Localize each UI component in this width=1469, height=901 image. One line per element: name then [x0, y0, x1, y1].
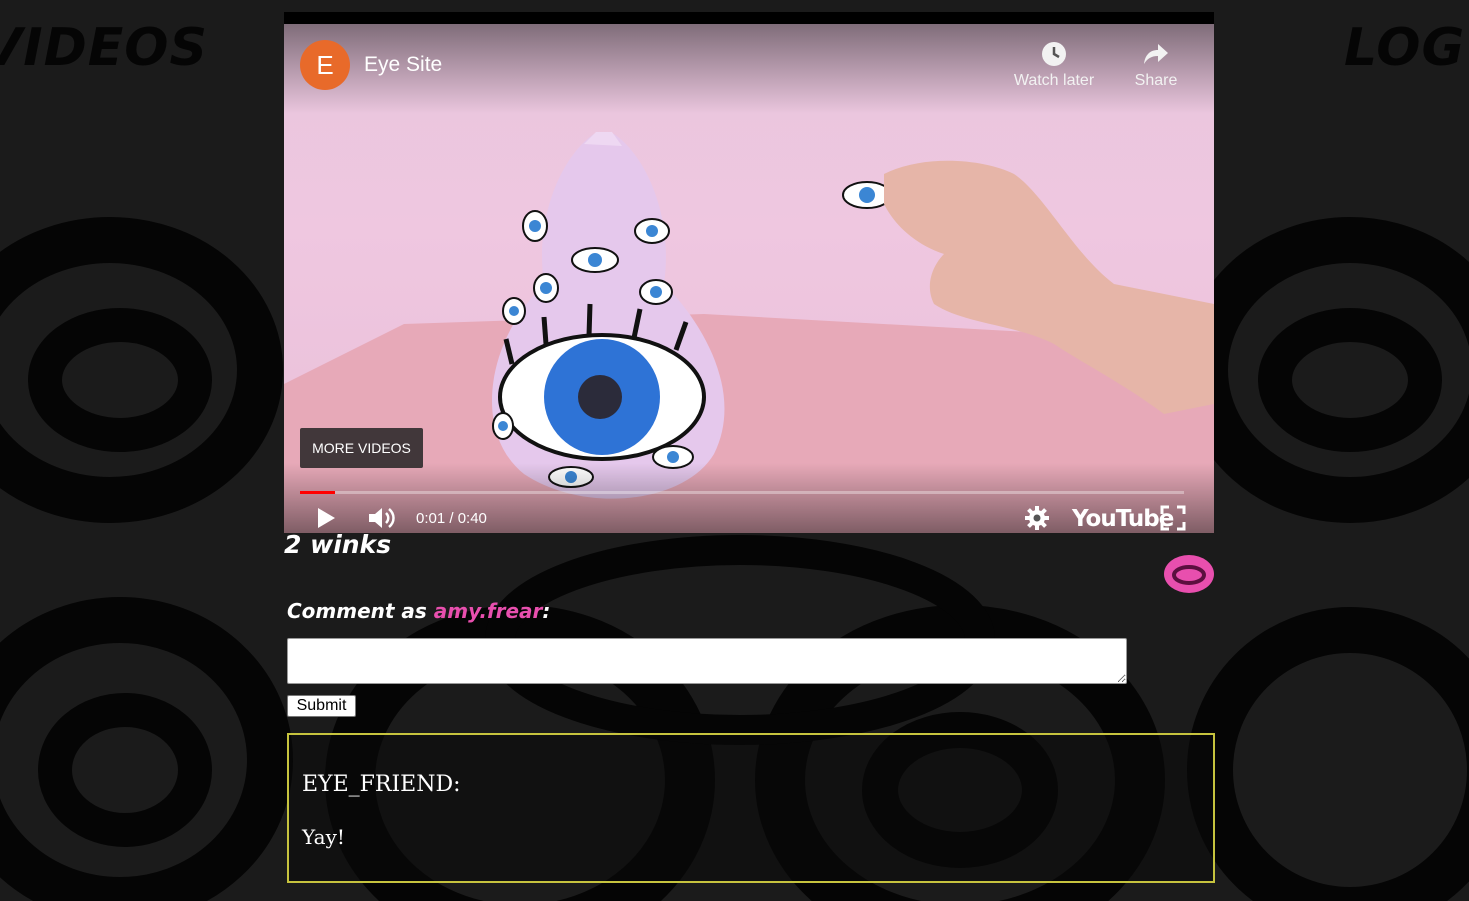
- video-progress-fill: [300, 491, 336, 494]
- play-icon: [318, 508, 335, 528]
- watch-later-label: Watch later: [1013, 72, 1095, 89]
- current-username[interactable]: amy.frear: [434, 599, 543, 623]
- video-frame[interactable]: E Eye Site Watch later Share MORE VIDEOS: [284, 24, 1214, 533]
- video-title[interactable]: Eye Site: [364, 53, 442, 77]
- video-progress-bar[interactable]: [300, 491, 1184, 494]
- submit-button[interactable]: Submit: [287, 695, 356, 717]
- share-button[interactable]: Share: [1130, 40, 1182, 90]
- comment-card: EYE_FRIEND: Yay!: [287, 733, 1215, 883]
- comment-as-prefix: Comment as: [287, 599, 434, 623]
- comment-author: EYE_FRIEND:: [302, 772, 461, 797]
- comment-as-label: Comment as amy.frear:: [287, 599, 550, 623]
- more-videos-button[interactable]: MORE VIDEOS: [300, 428, 423, 468]
- volume-icon: [369, 508, 395, 528]
- nav-login-link[interactable]: LOG: [1344, 18, 1465, 78]
- play-button[interactable]: [314, 504, 338, 533]
- fullscreen-button[interactable]: [1160, 504, 1186, 533]
- fullscreen-icon: [1160, 505, 1186, 531]
- settings-button[interactable]: [1024, 504, 1050, 533]
- pink-eye-icon: [1164, 555, 1214, 593]
- nav-videos-link[interactable]: VIDEOS: [0, 18, 208, 78]
- gear-icon: [1025, 506, 1049, 530]
- comment-input[interactable]: [287, 638, 1127, 684]
- wink-button[interactable]: [1161, 551, 1217, 597]
- comment-text: Yay!: [302, 825, 345, 849]
- volume-button[interactable]: [366, 504, 398, 533]
- clock-icon: [1008, 40, 1100, 72]
- comment-as-suffix: :: [542, 599, 551, 623]
- youtube-logo[interactable]: YouTube: [1072, 506, 1174, 532]
- video-time: 0:01 / 0:40: [416, 510, 487, 527]
- share-arrow-icon: [1130, 40, 1182, 72]
- channel-avatar[interactable]: E: [300, 40, 350, 90]
- video-player[interactable]: E Eye Site Watch later Share MORE VIDEOS: [284, 12, 1214, 533]
- share-label: Share: [1134, 72, 1178, 89]
- wink-count: 2 winks: [284, 530, 392, 559]
- watch-later-button[interactable]: Watch later: [1008, 40, 1100, 90]
